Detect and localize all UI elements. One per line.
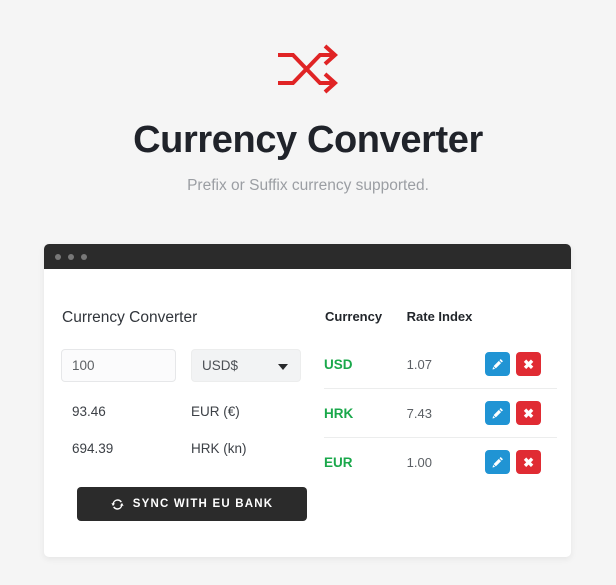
conversion-result-value: 694.39 xyxy=(72,441,114,456)
row-actions-cell: ✖ xyxy=(485,388,557,438)
currency-select[interactable]: USD$ xyxy=(191,349,301,382)
times-icon: ✖ xyxy=(523,454,535,470)
card-titlebar xyxy=(44,244,571,269)
rate-table-body: USD 1.07 ✖ HRK 7.43 ✖ EUR 1.00 ✖ xyxy=(324,340,557,486)
row-actions: ✖ xyxy=(485,352,557,376)
table-row: EUR 1.00 ✖ xyxy=(324,437,557,486)
row-rate-value: 7.43 xyxy=(406,388,486,438)
window-dot-green xyxy=(81,253,87,260)
delete-button[interactable]: ✖ xyxy=(516,450,542,474)
row-currency-code: HRK xyxy=(324,388,407,438)
sync-with-eu-bank-button[interactable]: Sync with EU Bank xyxy=(77,487,307,521)
hero-section: Currency Converter Prefix or Suffix curr… xyxy=(0,0,616,195)
column-header-rate-index: Rate Index xyxy=(406,309,473,324)
converter-panel-heading: Currency Converter xyxy=(62,309,198,326)
converter-panel: Currency Converter USD$ 93.46 EUR (€) 69… xyxy=(44,297,319,521)
table-row: USD 1.07 ✖ xyxy=(324,340,557,389)
sync-button-label: Sync with EU Bank xyxy=(132,498,274,510)
rate-table-head: Currency Rate Index xyxy=(324,297,557,340)
edit-button[interactable] xyxy=(485,352,511,376)
page-title: Currency Converter xyxy=(133,119,483,161)
page-subtitle: Prefix or Suffix currency supported. xyxy=(187,176,429,194)
pencil-icon xyxy=(492,408,503,419)
conversion-result-label: EUR (€) xyxy=(191,404,240,419)
row-currency-code: EUR xyxy=(324,437,407,486)
row-rate-value: 1.07 xyxy=(406,356,432,372)
page-root: Currency Converter Prefix or Suffix curr… xyxy=(0,0,616,585)
window-dot-red xyxy=(55,253,61,260)
times-icon: ✖ xyxy=(523,405,535,421)
table-header-row: Currency Rate Index xyxy=(324,297,557,340)
currency-select-value: USD$ xyxy=(202,358,239,373)
row-actions: ✖ xyxy=(485,401,557,425)
delete-button[interactable]: ✖ xyxy=(516,352,542,376)
shuffle-icon xyxy=(278,44,338,94)
conversion-result-row: 694.39 HRK (kn) xyxy=(61,441,301,456)
card-body: Currency Converter USD$ 93.46 EUR (€) 69… xyxy=(44,269,571,557)
pencil-icon xyxy=(492,457,503,468)
row-actions-cell: ✖ xyxy=(485,340,557,389)
conversion-result-value: 93.46 xyxy=(72,404,106,419)
rate-table-panel: Currency Rate Index USD 1.07 ✖ HRK 7.43 … xyxy=(319,297,571,521)
column-header-actions xyxy=(485,297,557,340)
edit-button[interactable] xyxy=(485,450,511,474)
row-actions-cell: ✖ xyxy=(485,437,557,486)
converter-card: Currency Converter USD$ 93.46 EUR (€) 69… xyxy=(44,244,571,557)
rate-index-table: Currency Rate Index USD 1.07 ✖ HRK 7.43 … xyxy=(324,297,557,486)
edit-button[interactable] xyxy=(485,401,511,425)
amount-input[interactable] xyxy=(61,349,176,382)
pencil-icon xyxy=(492,359,503,370)
row-rate-value: 1.00 xyxy=(406,437,486,486)
converter-input-row: USD$ xyxy=(61,349,301,382)
conversion-result-row: 93.46 EUR (€) xyxy=(61,404,301,419)
times-icon: ✖ xyxy=(523,356,535,372)
conversion-result-label: HRK (kn) xyxy=(191,441,247,456)
window-dot-yellow xyxy=(68,253,74,260)
row-actions: ✖ xyxy=(485,450,557,474)
chevron-down-icon xyxy=(278,363,288,370)
delete-button[interactable]: ✖ xyxy=(516,401,542,425)
sync-icon xyxy=(111,498,124,510)
table-row: HRK 7.43 ✖ xyxy=(324,388,557,438)
row-currency-code: USD xyxy=(324,356,353,372)
column-header-currency: Currency xyxy=(325,309,383,324)
